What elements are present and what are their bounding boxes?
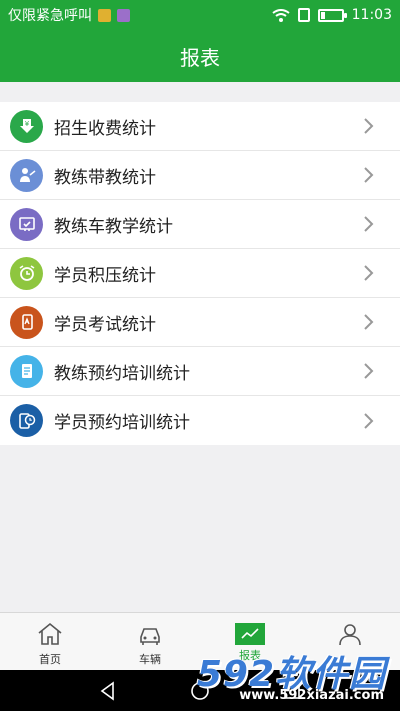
car-check-icon	[10, 207, 43, 241]
home-icon	[38, 622, 62, 645]
image-notification-icon	[117, 8, 130, 22]
wifi-icon	[272, 8, 290, 22]
carrier-text: 仅限紧急呼叫	[8, 8, 92, 24]
user-icon	[339, 624, 361, 646]
tab-home[interactable]: 首页	[0, 613, 100, 670]
status-time: 11:03	[351, 7, 392, 23]
tab-reports[interactable]: 报表	[200, 613, 300, 670]
alarm-clock-icon	[10, 256, 43, 290]
chevron-right-icon	[364, 118, 374, 134]
sim-icon	[297, 8, 310, 22]
list-item-label: 教练车教学统计	[54, 216, 173, 237]
list-item-label: 教练带教统计	[54, 167, 156, 188]
chevron-right-icon	[364, 265, 374, 281]
chevron-right-icon	[364, 167, 374, 183]
list-item-label: 学员考试统计	[54, 314, 156, 335]
list-item-label: 招生收费统计	[54, 118, 156, 139]
chevron-right-icon	[364, 412, 374, 429]
list-item-coach-booking[interactable]: 教练预约培训统计	[0, 347, 400, 396]
list-item-student-exam[interactable]: 学员考试统计	[0, 298, 400, 347]
chevron-right-icon	[364, 216, 374, 232]
chart-icon	[235, 623, 265, 645]
phone-clock-icon	[10, 404, 43, 437]
tab-label: 报表	[239, 649, 261, 662]
document-icon	[10, 354, 43, 388]
list-item-student-backlog[interactable]: 学员积压统计	[0, 249, 400, 298]
chevron-right-icon	[364, 314, 374, 330]
title-bar: 报表	[0, 30, 400, 82]
list-item-label: 学员积压统计	[54, 265, 156, 286]
list-item-coach-teaching[interactable]: 教练带教统计	[0, 151, 400, 200]
report-list: ¥ 招生收费统计 教练带教统计 教练车教学统计 学员积压统计 学员考试统计 教练…	[0, 102, 400, 445]
notification-icon	[98, 8, 111, 22]
exam-phone-icon	[10, 305, 43, 339]
list-item-enrollment-fee[interactable]: ¥ 招生收费统计	[0, 102, 400, 151]
svg-text:¥: ¥	[24, 120, 29, 128]
recents-icon[interactable]	[281, 680, 303, 702]
home-button-icon[interactable]	[189, 680, 211, 702]
system-nav-bar	[0, 670, 400, 711]
back-icon[interactable]	[97, 680, 119, 702]
car-icon	[140, 628, 160, 645]
page-title: 报表	[180, 45, 220, 70]
coach-teaching-icon	[10, 158, 43, 192]
status-bar: 仅限紧急呼叫 11:03	[0, 0, 400, 30]
chevron-right-icon	[364, 363, 374, 379]
tab-label: 首页	[39, 653, 61, 666]
list-item-coach-car-teaching[interactable]: 教练车教学统计	[0, 200, 400, 249]
money-download-icon: ¥	[10, 109, 43, 143]
tab-profile[interactable]	[300, 613, 400, 670]
tab-label: 车辆	[139, 653, 161, 666]
list-item-student-booking[interactable]: 学员预约培训统计	[0, 396, 400, 445]
battery-icon	[317, 8, 347, 22]
list-item-label: 学员预约培训统计	[54, 413, 190, 433]
list-item-label: 教练预约培训统计	[54, 363, 190, 384]
bottom-tabbar: 首页 车辆 报表	[0, 612, 400, 670]
tab-vehicles[interactable]: 车辆	[100, 613, 200, 670]
